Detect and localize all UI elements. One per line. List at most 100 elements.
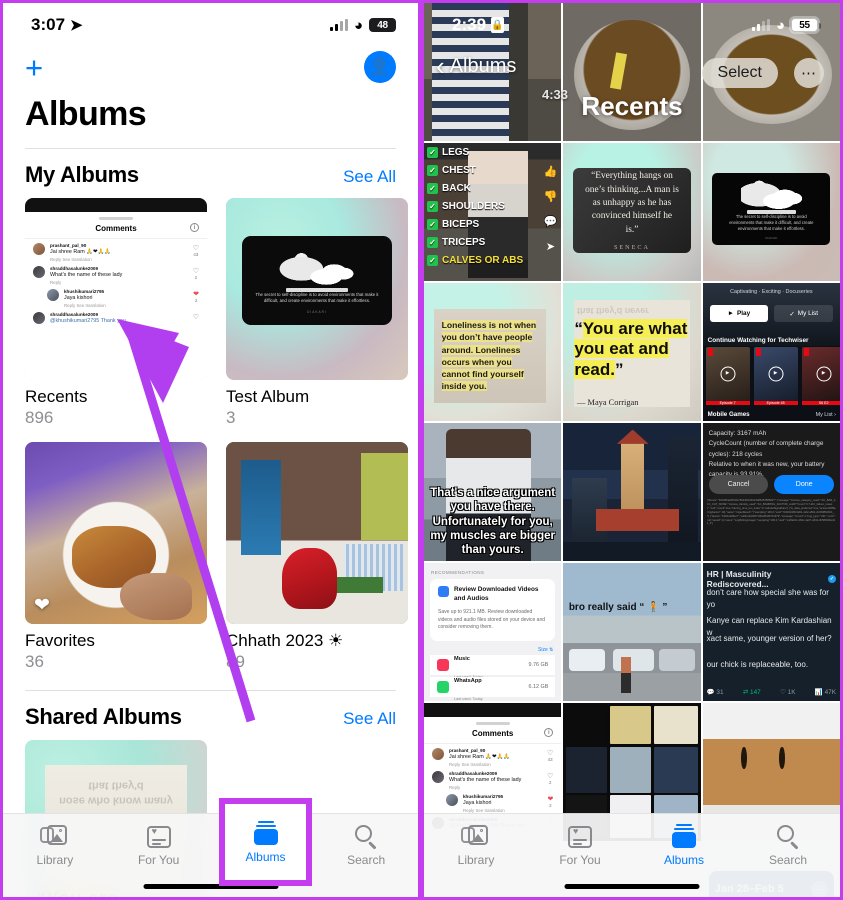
see-all-my-albums[interactable]: See All	[343, 167, 396, 187]
battery-icon: 55	[791, 18, 821, 32]
album-card-favorites[interactable]: ❤ Favorites 36	[25, 442, 207, 672]
my-albums-grid-row2: ❤ Favorites 36 Chhath 2023 ☀ 89	[3, 442, 418, 672]
retweet-count: ⇄ 147	[742, 689, 761, 696]
like-count: 2	[194, 275, 198, 280]
meme-caption: That's a nice argument you have there. U…	[430, 487, 556, 556]
tab-bar: Library For You Albums Search	[3, 813, 418, 897]
comment-text: @khushikumari2795 Thank you	[50, 318, 126, 324]
wifi-icon: ◕	[775, 16, 785, 34]
album-thumbnail[interactable]: Comments i prashant_pal_90 Jai shree Ram…	[25, 198, 207, 380]
account-avatar-button[interactable]: 👤	[364, 51, 396, 83]
cellular-signal-icon	[751, 19, 770, 31]
albums-tab-highlight-content[interactable]: Albums	[219, 798, 312, 886]
photo-cell-seneca-quote[interactable]: “Everything hangs on one’s thinking...A …	[563, 143, 701, 281]
netflix-tile: ► Episode 7	[705, 347, 750, 405]
nav-bar: + 👤	[3, 47, 418, 87]
photo-cell-muscles-meme[interactable]: That's a nice argument you have there. U…	[424, 423, 562, 561]
see-all-shared-albums[interactable]: See All	[343, 709, 396, 729]
photo-cell-battery-health[interactable]: Capacity: 3167 mAh CycleCount (number of…	[702, 423, 840, 561]
tab-albums[interactable]: Albums	[632, 822, 736, 867]
view-count: 📊 47K	[814, 689, 836, 696]
continue-watching-label: Continue Watching for Techwiser	[707, 337, 809, 344]
tab-label: Library	[457, 853, 495, 867]
tab-label: Library	[36, 853, 74, 867]
sort-by-size[interactable]: Size ⇅	[538, 647, 553, 653]
status-time: 2:39	[452, 15, 487, 34]
photo-cell-zen-discipline[interactable]: The secret to self-discipline is to avoi…	[702, 143, 840, 281]
instagram-comments-artwork: Comments i prashant_pal_90 Jai shree Ram…	[25, 198, 207, 380]
tweet-handle: HR | Masculinity Rediscovered...	[706, 569, 772, 589]
album-name: Test Album	[226, 387, 310, 406]
tab-search[interactable]: Search	[736, 822, 840, 867]
tab-label: For You	[559, 853, 601, 867]
tiktok-action-rail: 👍 👎 💬 ➤	[544, 165, 558, 253]
photo-cell-netflix-screen[interactable]: Captivating · Exciting · Docuseries ► Pl…	[702, 283, 840, 421]
like-count: 43	[193, 252, 199, 257]
for-you-icon	[146, 826, 171, 848]
home-indicator	[564, 884, 700, 889]
search-icon	[776, 824, 800, 850]
my-albums-grid: Comments i prashant_pal_90 Jai shree Ram…	[3, 198, 418, 428]
done-button[interactable]: Done	[774, 475, 834, 494]
album-thumbnail[interactable]	[226, 442, 408, 624]
album-card-test-album[interactable]: The secret to self-discipline is to avoi…	[226, 198, 408, 428]
zen-quote-artwork: The secret to self-discipline is to avoi…	[226, 198, 408, 380]
comment-item: khushikumari2795 Jaya kishori Reply See …	[25, 285, 207, 308]
tab-for-you[interactable]: For You	[107, 822, 211, 867]
photo-cell-bro-really-said[interactable]: bro really said “ 🧍 ”	[563, 563, 701, 701]
wifi-icon: ◕	[353, 16, 363, 34]
tab-label: Search	[347, 853, 386, 867]
photo-cell-iphone-storage[interactable]: RECOMMENDATIONS Review Downloaded Videos…	[424, 563, 562, 701]
comment-item: shraddhasalunke2009 @khushikumari2795 Th…	[25, 308, 207, 324]
search-icon	[354, 824, 378, 850]
app-row: WhatsApp Last used: Today 6.12 GB	[430, 677, 556, 701]
cancel-button[interactable]: Cancel	[708, 475, 769, 494]
library-icon	[461, 824, 491, 848]
tab-search[interactable]: Search	[314, 822, 418, 867]
albums-icon	[253, 820, 279, 845]
photo-cell-clock-tower[interactable]	[563, 423, 701, 561]
ghost-text: nose who know many that they'd	[59, 780, 173, 807]
photo-cell-loneliness-quote[interactable]: Loneliness is not when you don’t have pe…	[424, 283, 562, 421]
tab-library[interactable]: Library	[3, 822, 107, 867]
like-count: ♡ 1K	[780, 689, 796, 696]
photo-cell-you-are-quote[interactable]: nose who know many that they'd never “Yo…	[563, 283, 701, 421]
share-icon: ➤	[545, 241, 556, 254]
album-card-chhath-2023[interactable]: Chhath 2023 ☀ 89	[226, 442, 408, 672]
tab-bar: Library For You Albums Search	[424, 813, 840, 897]
comment-text: Jaya kishori	[64, 295, 93, 301]
album-thumbnail[interactable]: The secret to self-discipline is to avoi…	[226, 198, 408, 380]
album-name: Chhath 2023 ☀	[226, 631, 344, 650]
comment-user: shraddhasalunke2009	[50, 266, 99, 271]
tab-library[interactable]: Library	[424, 822, 528, 867]
albums-icon	[671, 824, 697, 848]
library-icon	[39, 824, 70, 848]
monk-illustration	[278, 247, 356, 292]
food-photo-artwork	[25, 442, 207, 624]
photo-cell-masculinity-tweet[interactable]: HR | Masculinity Rediscovered... ✓ don’t…	[702, 563, 840, 701]
tab-for-you[interactable]: For You	[528, 822, 632, 867]
tab-label: Albums	[245, 849, 286, 864]
album-name: Recents	[25, 387, 88, 406]
thumbs-down-icon: 👎	[543, 191, 558, 204]
section-title: My Albums	[25, 162, 139, 187]
my-list-button[interactable]: ✓ My List	[774, 305, 834, 322]
my-list-link[interactable]: My List ›	[816, 412, 836, 418]
play-button[interactable]: ► Play	[709, 305, 769, 322]
section-label: RECOMMENDATIONS	[431, 570, 485, 575]
quote-text: The secret to self-discipline is to avoi…	[255, 291, 379, 304]
add-album-button[interactable]: +	[25, 52, 43, 83]
comment-text: Jai shree Ram 🙏❤🙏🙏	[50, 249, 111, 255]
album-thumbnail[interactable]: ❤	[25, 442, 207, 624]
photo-cell-gym-checklist[interactable]: ✓ LEGS ✓ CHEST ✓ BACK ✓ SHOULDERS ✓ BICEPS ✓ T…	[424, 143, 562, 281]
verified-icon: ✓	[827, 575, 836, 583]
netflix-tags: Captivating · Exciting · Docuseries	[730, 289, 813, 295]
album-card-recents[interactable]: Comments i prashant_pal_90 Jai shree Ram…	[25, 198, 207, 428]
status-bar: 3:07 ➤ ◕ 48	[3, 3, 418, 47]
page-title: Albums	[25, 95, 147, 133]
battery-line-1: Capacity: 3167 mAh	[708, 430, 767, 437]
comment-text: What's the name of these lady	[50, 272, 123, 278]
tweet-line: our chick is replaceable, too.	[706, 660, 809, 669]
recommendation-title: Review Downloaded Videos and Audios	[454, 586, 539, 602]
album-count: 36	[25, 652, 44, 671]
